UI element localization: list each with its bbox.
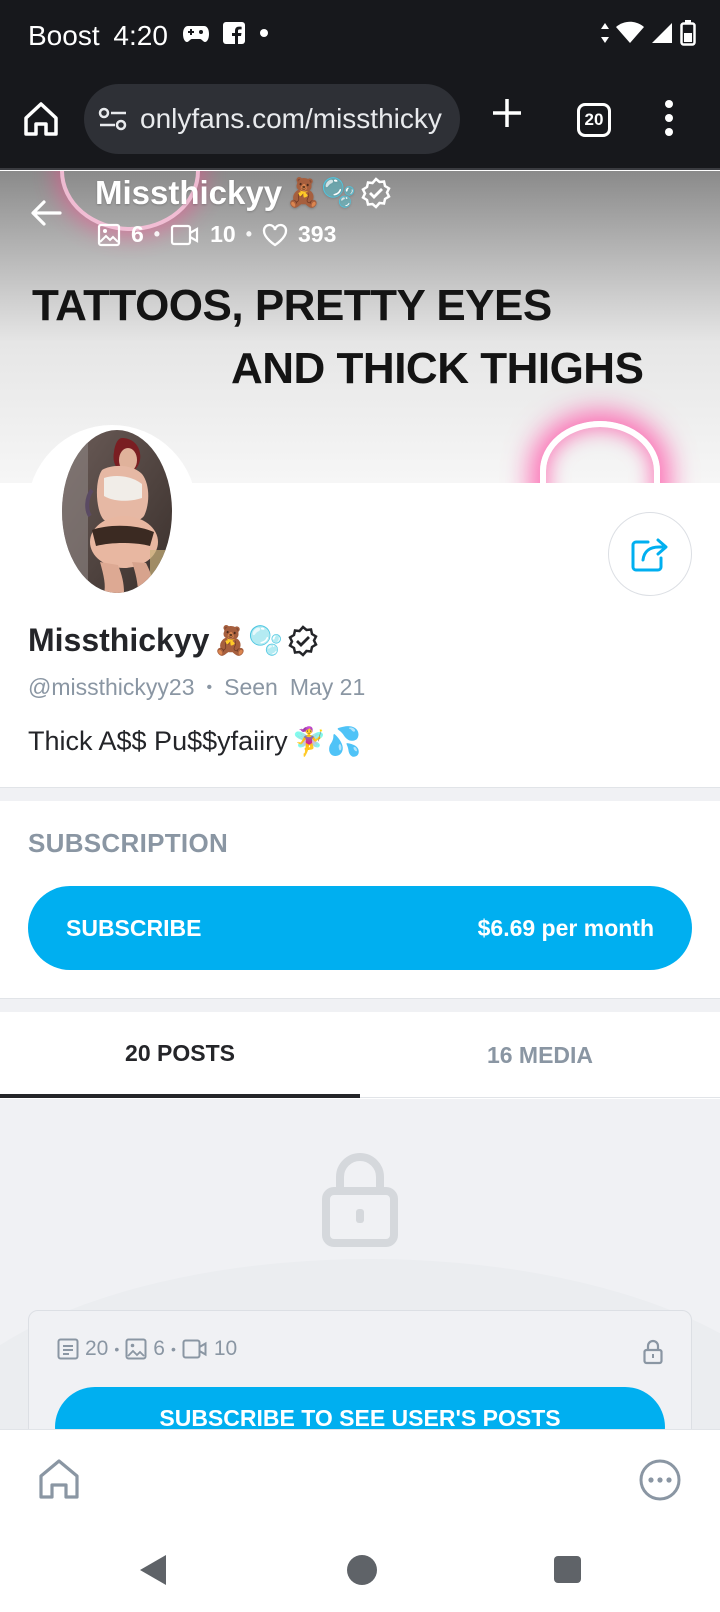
last-seen-label: Seen	[224, 674, 278, 700]
profile-display-name: Missthickyy 🧸🫧	[28, 622, 319, 659]
stat-separator: •	[153, 224, 161, 244]
verified-badge-icon	[288, 624, 318, 657]
video-icon	[171, 224, 199, 245]
stat-separator: •	[170, 1341, 176, 1357]
card-photos-count: 6	[153, 1337, 165, 1360]
photo-icon	[97, 223, 121, 246]
address-bar[interactable]: onlyfans.com/missthicky	[84, 84, 460, 154]
system-navigation-bar	[0, 1529, 720, 1612]
carrier-label: Boost	[28, 20, 100, 51]
stat-separator: •	[114, 1341, 120, 1357]
clock: 4:20	[113, 20, 168, 51]
browser-home-icon[interactable]	[22, 100, 60, 138]
photo-icon	[125, 1338, 147, 1360]
more-options-icon[interactable]	[638, 1458, 682, 1502]
tab-media[interactable]: 16 MEDIA	[360, 1012, 720, 1098]
system-recents-icon[interactable]	[554, 1556, 581, 1583]
system-home-icon[interactable]	[347, 1555, 377, 1585]
verified-badge-icon	[361, 177, 391, 209]
tab-posts[interactable]: 20 POSTS	[0, 1012, 360, 1098]
profile-header: Missthickyy 🧸🫧 6 • 10 • 393	[0, 171, 720, 261]
share-button[interactable]	[608, 512, 692, 596]
notification-dot-icon	[260, 29, 268, 37]
neon-heart-decoration	[540, 421, 660, 483]
profile-bio: Thick A$$ Pu$$yfaiiry 🧚‍♀️💦	[28, 726, 361, 757]
gamepad-icon	[183, 26, 209, 42]
cover-tagline-line2: AND THICK THIGHS	[231, 344, 644, 393]
url-text[interactable]: onlyfans.com/missthicky	[140, 103, 442, 135]
home-icon[interactable]	[36, 1456, 82, 1502]
header-videos-count: 10	[210, 221, 236, 247]
stat-separator: •	[245, 224, 253, 244]
system-icons	[600, 20, 696, 46]
card-posts-count: 20	[85, 1337, 109, 1360]
avatar[interactable]	[27, 425, 197, 597]
meta-separator: •	[206, 678, 213, 696]
profile-name-text: Missthickyy	[28, 622, 210, 658]
header-name-text: Missthickyy	[95, 174, 283, 211]
share-icon	[631, 538, 668, 572]
header-likes-count: 393	[298, 221, 337, 247]
site-settings-icon[interactable]	[98, 107, 128, 131]
back-arrow-icon[interactable]	[30, 199, 62, 227]
header-photos-count: 6	[131, 221, 144, 247]
section-divider	[0, 998, 720, 1012]
wifi-icon	[616, 21, 644, 43]
header-stats: 6 • 10 • 393	[97, 221, 336, 248]
card-videos-count: 10	[213, 1337, 238, 1360]
status-bar: Boost 4:20	[0, 0, 720, 72]
cover-tagline-line1: TATTOOS, PRETTY EYES	[32, 281, 552, 330]
data-arrows-icon	[601, 23, 609, 43]
profile-name-emojis: 🧸🫧	[213, 624, 284, 656]
system-back-icon[interactable]	[138, 1553, 168, 1587]
profile-tabs: 20 POSTS 16 MEDIA	[0, 1012, 720, 1098]
profile-meta: @missthickyy23 • Seen May 21	[28, 674, 365, 701]
lock-icon	[643, 1339, 663, 1365]
browser-toolbar: onlyfans.com/missthicky 20	[0, 72, 720, 170]
avatar-photo	[62, 430, 172, 593]
notification-icons	[183, 22, 269, 44]
video-icon	[182, 1339, 207, 1359]
new-tab-icon[interactable]	[490, 96, 524, 130]
subscribe-button[interactable]: SUBSCRIBE $6.69 per month	[28, 886, 692, 970]
bottom-navigation	[0, 1429, 720, 1529]
bio-text: Thick A$$ Pu$$yfaiiry	[28, 726, 288, 756]
section-divider	[0, 787, 720, 801]
locked-card-stats: 20 • 6 • 10	[57, 1337, 237, 1361]
profile-handle[interactable]: @missthickyy23	[28, 674, 195, 701]
heart-icon	[262, 223, 288, 246]
browser-menu-icon[interactable]	[663, 99, 675, 137]
subscription-price: $6.69 per month	[477, 914, 654, 941]
last-seen-date: May 21	[289, 674, 366, 700]
header-name-emojis: 🧸🫧	[286, 177, 356, 208]
facebook-icon	[223, 22, 245, 44]
avatar-image	[62, 430, 172, 593]
header-display-name: Missthickyy 🧸🫧	[95, 174, 392, 212]
subscribe-button-label: SUBSCRIBE	[66, 914, 202, 941]
post-icon	[57, 1338, 79, 1360]
lock-icon	[322, 1153, 398, 1247]
status-carrier-time: Boost 4:20	[28, 20, 168, 52]
signal-icon	[652, 23, 672, 43]
subscription-heading: SUBSCRIPTION	[28, 828, 229, 858]
bio-emojis: 🧚‍♀️💦	[291, 725, 362, 757]
battery-icon	[680, 20, 696, 46]
tab-switcher-button[interactable]: 20	[577, 103, 611, 137]
